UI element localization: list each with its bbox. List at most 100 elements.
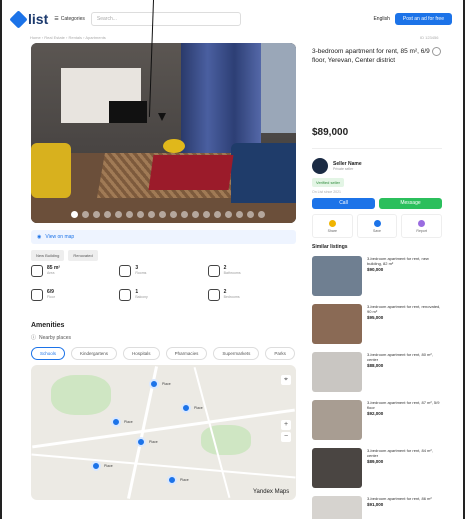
logo-icon (9, 9, 28, 29)
listing-facts: 85 m² Area 3 Rooms 2 Bathrooms 6/9 Floor 1 Balcon… (31, 265, 296, 307)
photo-dot[interactable] (104, 211, 111, 218)
map-link-label: View on map (45, 234, 75, 240)
zoom-in-button[interactable]: + (281, 420, 291, 430)
tab-amenity[interactable]: Pharmacies (165, 347, 208, 360)
fact-label: Area (47, 271, 55, 275)
photo-dot[interactable] (236, 211, 243, 218)
photo-curtain (181, 43, 261, 153)
seller-card[interactable]: Seller Name Private seller (312, 158, 362, 174)
call-button[interactable]: Call (312, 198, 375, 209)
map-pin-label: Place (180, 478, 189, 482)
map-pin-icon[interactable] (111, 417, 121, 427)
view-on-map-link[interactable]: ◉ View on map (31, 230, 296, 244)
amenities-subtitle: ⓘ Nearby places (31, 334, 71, 342)
photo-dot[interactable] (82, 211, 89, 218)
photo-dot[interactable] (170, 211, 177, 218)
map-park (51, 375, 111, 415)
action-report-button[interactable]: Report (401, 214, 443, 238)
categories-button[interactable]: ☰ Categories (54, 16, 85, 22)
post-ad-button[interactable]: Post an ad for free (394, 13, 452, 25)
map-pin-icon[interactable] (149, 379, 159, 389)
fact-item: 3 Rooms (119, 265, 207, 283)
listing-price: $89,000 (312, 127, 349, 138)
similar-title-text: 3-bedroom apartment for rent, 80 m², cen… (367, 352, 433, 362)
list-item[interactable]: 3-bedroom apartment for rent, 84 m², cen… (312, 448, 442, 494)
photo-dot[interactable] (126, 211, 133, 218)
list-item[interactable]: 3-bedroom apartment for rent, 87 m², 5/9… (312, 400, 442, 446)
listing-thumbnail[interactable] (312, 256, 362, 296)
language-selector[interactable]: English (373, 16, 389, 22)
photo-dot[interactable] (148, 211, 155, 218)
photo-dot[interactable] (137, 211, 144, 218)
map-pin-label: Place (162, 382, 171, 386)
logo[interactable]: list (9, 9, 49, 29)
photo-dot[interactable] (93, 211, 100, 218)
fact-item: 1 Balcony (119, 289, 207, 307)
message-button[interactable]: Message (379, 198, 442, 209)
tab-amenity[interactable]: Supermarkets (213, 347, 260, 360)
logo-text: list (28, 11, 49, 27)
photo-dot[interactable] (247, 211, 254, 218)
fact-item: 2 Bathrooms (207, 265, 296, 283)
amenities-subtitle-text: Nearby places (39, 334, 71, 341)
photo-dot[interactable] (214, 211, 221, 218)
photo-dot[interactable] (181, 211, 188, 218)
list-item[interactable]: 3-bedroom apartment for rent, renovated,… (312, 304, 442, 350)
similar-price: $89,000 (367, 459, 384, 464)
list-item[interactable]: 3-bedroom apartment for rent, new buildi… (312, 256, 442, 302)
list-item[interactable]: 3-bedroom apartment for rent, 86 m² $91,0… (312, 496, 442, 519)
favorite-icon[interactable] (432, 47, 441, 56)
listing-thumbnail[interactable] (312, 496, 362, 519)
divider (312, 148, 442, 149)
breadcrumb[interactable]: Home › Real Estate › Rentals › Apartment… (30, 35, 106, 40)
tab-amenity[interactable]: Parks (265, 347, 295, 360)
tab-amenity[interactable]: Kindergartens (71, 347, 118, 360)
photo-dot[interactable] (115, 211, 122, 218)
map-pin-label: Place (194, 406, 203, 410)
map-pin-label: Place (124, 420, 133, 424)
similar-title: Similar listings (312, 244, 348, 250)
listing-thumbnail[interactable] (312, 400, 362, 440)
tab-amenity[interactable]: Schools (31, 347, 66, 360)
listing-title: 3-bedroom apartment for rent, 85 m², 6/9… (312, 48, 430, 64)
photo-dot[interactable] (203, 211, 210, 218)
feature-chip: New Building (31, 250, 65, 261)
amenities-tabs: Schools Kindergartens Hospitals Pharmacies S… (31, 347, 295, 360)
listing-thumbnail[interactable] (312, 352, 362, 392)
similar-price: $95,000 (367, 315, 384, 320)
map[interactable]: ⌖ + − Yandex Maps Place Place Place Place Pl… (31, 365, 296, 500)
map-park (201, 425, 251, 455)
list-item[interactable]: 3-bedroom apartment for rent, 80 m², cen… (312, 352, 442, 398)
save-icon (373, 219, 381, 227)
seller-subtitle: Private seller (333, 167, 354, 171)
photo-dot[interactable] (159, 211, 166, 218)
info-icon: ⓘ (31, 335, 37, 341)
action-save-button[interactable]: Save (356, 214, 398, 238)
fact-item: 6/9 Floor (31, 289, 119, 307)
map-pin-icon[interactable] (91, 461, 101, 471)
map-pin-icon[interactable] (181, 403, 191, 413)
search-input[interactable]: Search... (90, 12, 241, 26)
zoom-out-button[interactable]: − (281, 432, 291, 442)
photo-dot[interactable] (71, 211, 78, 218)
amenities-title: Amenities (31, 322, 65, 329)
photo-dot[interactable] (258, 211, 265, 218)
fact-label: Floor (47, 295, 55, 299)
map-attribution[interactable]: Yandex Maps (253, 489, 289, 495)
photo-pouf (163, 139, 185, 153)
similar-list: 3-bedroom apartment for rent, new buildi… (312, 256, 442, 519)
map-pin-icon[interactable] (136, 437, 146, 447)
verified-badge: Verified seller (312, 178, 345, 187)
listing-thumbnail[interactable] (312, 304, 362, 344)
report-icon (418, 219, 426, 227)
tab-amenity[interactable]: Hospitals (123, 347, 160, 360)
photo-dot[interactable] (192, 211, 199, 218)
photo-pagination[interactable] (71, 211, 265, 218)
action-share-button[interactable]: Share (312, 214, 353, 238)
similar-title-text: 3-bedroom apartment for rent, renovated,… (367, 304, 441, 314)
locate-icon[interactable]: ⌖ (281, 375, 291, 385)
listing-thumbnail[interactable] (312, 448, 362, 488)
photo-dot[interactable] (225, 211, 232, 218)
map-pin-icon[interactable] (167, 475, 177, 485)
listing-photo[interactable] (31, 43, 296, 223)
